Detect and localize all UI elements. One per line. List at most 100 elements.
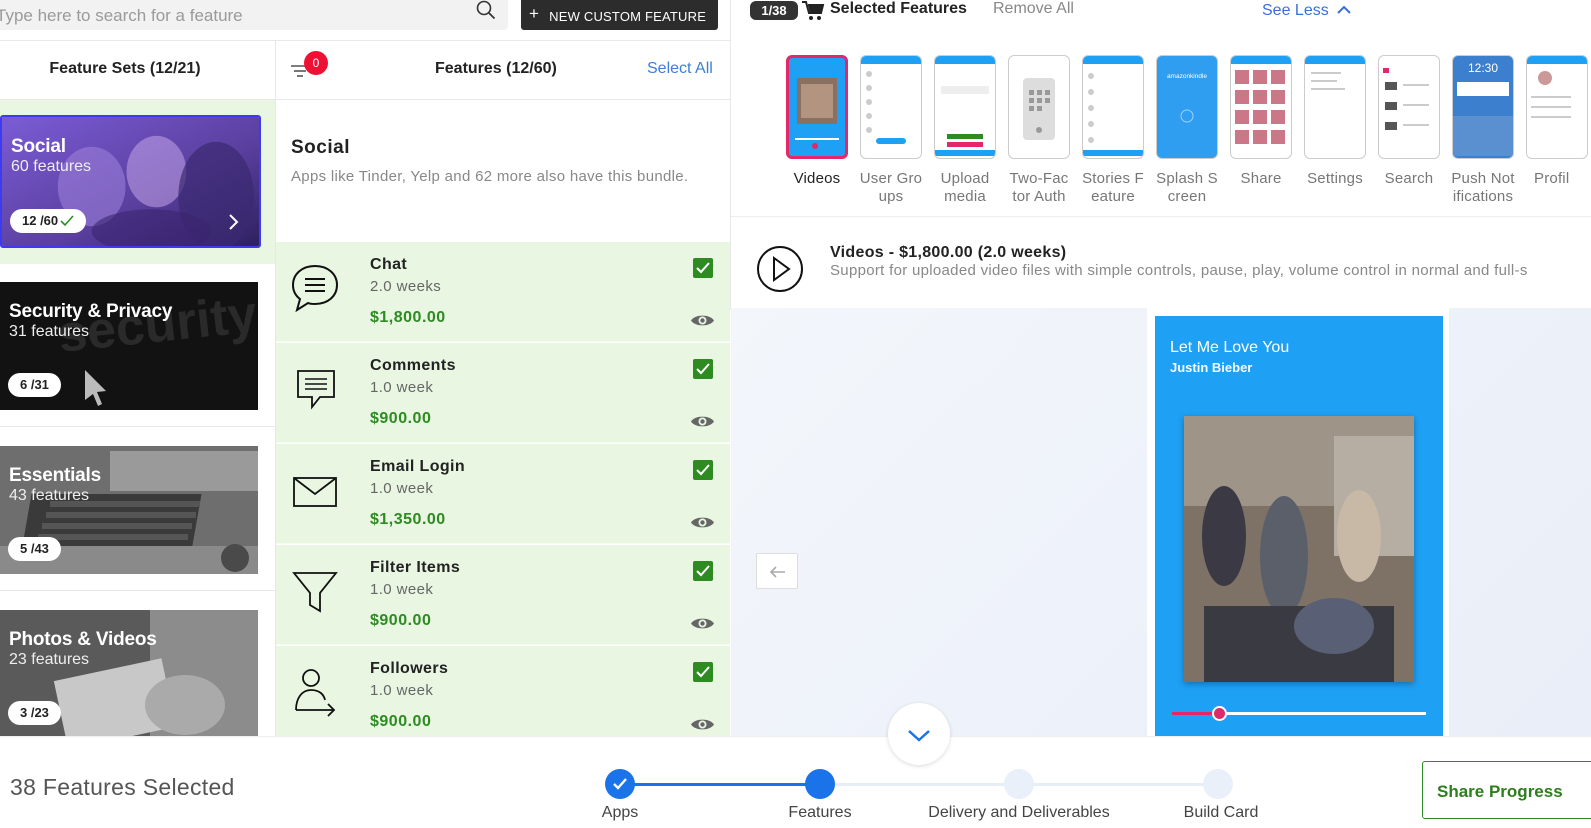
set-progress-pill: 3 /23 bbox=[8, 701, 61, 725]
thumb-upload-media[interactable] bbox=[934, 55, 996, 159]
feature-duration: 1.0 week bbox=[370, 480, 434, 497]
thumb-label: Two-Fac tor Auth bbox=[1009, 170, 1069, 205]
feature-price: $1,800.00 bbox=[370, 309, 446, 326]
divider bbox=[731, 216, 1591, 217]
feature-row-comments[interactable]: Comments 1.0 week $900.00 bbox=[276, 343, 730, 443]
set-name: Security & Privacy bbox=[9, 301, 173, 322]
thumb-label: Profil bbox=[1534, 170, 1570, 187]
check-icon bbox=[696, 262, 710, 274]
check-icon bbox=[60, 215, 74, 227]
feature-checkbox[interactable] bbox=[693, 561, 713, 581]
envelope-icon bbox=[293, 477, 337, 507]
selected-features-title: Selected Features bbox=[830, 0, 967, 17]
arrow-left-icon bbox=[769, 566, 785, 578]
thumb-two-factor-auth[interactable] bbox=[1008, 55, 1070, 159]
thumb-preview bbox=[1083, 56, 1143, 156]
feature-checkbox[interactable] bbox=[693, 460, 713, 480]
feature-set-card-essentials[interactable]: Essentials 43 features 5 /43 bbox=[0, 446, 258, 574]
thumb-preview bbox=[935, 56, 995, 156]
step-label: Features bbox=[788, 804, 852, 821]
step-delivery-dot[interactable] bbox=[1004, 769, 1034, 799]
thumb-label: Push Not ifications bbox=[1451, 170, 1515, 205]
comment-icon bbox=[297, 370, 335, 410]
chevron-up-icon[interactable] bbox=[1337, 5, 1351, 15]
feature-set-card-photos[interactable]: Photos & Videos 23 features 3 /23 bbox=[0, 610, 258, 738]
song-artist: Justin Bieber bbox=[1170, 360, 1253, 375]
preview-title: Videos - $1,800.00 (2.0 weeks) bbox=[830, 244, 1067, 261]
divider bbox=[0, 426, 275, 427]
selected-count-badge: 1/38 bbox=[750, 1, 798, 20]
thumb-preview bbox=[861, 56, 921, 144]
feature-price: $900.00 bbox=[370, 713, 432, 730]
step-features-dot[interactable] bbox=[805, 769, 835, 799]
search-box[interactable] bbox=[0, 0, 508, 30]
thumb-profile[interactable] bbox=[1526, 55, 1588, 159]
step-apps-dot[interactable] bbox=[605, 769, 635, 799]
thumb-label: Splash S creen bbox=[1156, 170, 1218, 205]
step-label: Apps bbox=[601, 804, 639, 821]
set-progress: 5 /43 bbox=[20, 541, 49, 556]
thumb-label: Share bbox=[1240, 170, 1282, 187]
feature-name: Filter Items bbox=[370, 559, 461, 576]
new-custom-feature-button[interactable]: + NEW CUSTOM FEATURE bbox=[521, 0, 718, 30]
divider bbox=[730, 0, 731, 40]
thumb-share[interactable] bbox=[1230, 55, 1292, 159]
plus-icon: + bbox=[529, 4, 540, 23]
thumb-preview bbox=[1305, 56, 1365, 90]
set-count: 23 features bbox=[9, 651, 90, 668]
see-less-link[interactable]: See Less bbox=[1262, 2, 1329, 20]
thumb-videos[interactable] bbox=[786, 55, 848, 159]
feature-set-card-social[interactable]: Social 60 features 12 /60 bbox=[0, 115, 261, 248]
feature-checkbox[interactable] bbox=[693, 359, 713, 379]
divider bbox=[0, 40, 731, 41]
collapse-button[interactable] bbox=[888, 703, 950, 765]
bundle-title: Social bbox=[291, 137, 350, 158]
song-title: Let Me Love You bbox=[1170, 339, 1290, 356]
select-all-link[interactable]: Select All bbox=[647, 60, 713, 78]
feature-set-card-security[interactable]: security Security & Privacy 31 features … bbox=[0, 282, 258, 410]
feature-checkbox[interactable] bbox=[693, 258, 713, 278]
features-selected-count: 38 Features Selected bbox=[10, 774, 235, 800]
follower-icon bbox=[295, 669, 336, 717]
eye-icon[interactable] bbox=[690, 716, 715, 733]
eye-icon[interactable] bbox=[690, 615, 715, 632]
feature-row-followers[interactable]: Followers 1.0 week $900.00 bbox=[276, 646, 730, 740]
album-art bbox=[1184, 416, 1414, 682]
thumb-push-notifications[interactable]: 12:30 bbox=[1452, 55, 1514, 159]
video-progress-knob[interactable] bbox=[1212, 706, 1227, 721]
feature-duration: 1.0 week bbox=[370, 379, 434, 396]
bundle-description: Apps like Tinder, Yelp and 62 more also … bbox=[291, 168, 689, 185]
feature-name: Followers bbox=[370, 660, 449, 677]
play-icon[interactable] bbox=[756, 245, 804, 293]
thumb-preview bbox=[1023, 78, 1055, 140]
search-icon[interactable] bbox=[476, 0, 496, 20]
previous-button[interactable] bbox=[756, 553, 798, 589]
feature-row-filter-items[interactable]: Filter Items 1.0 week $900.00 bbox=[276, 545, 730, 645]
thumb-search[interactable] bbox=[1378, 55, 1440, 159]
step-label: Build Card bbox=[1183, 804, 1259, 821]
set-count: 31 features bbox=[9, 323, 90, 340]
feature-duration: 2.0 weeks bbox=[370, 278, 442, 295]
check-icon bbox=[696, 363, 710, 375]
eye-icon[interactable] bbox=[690, 413, 715, 430]
thumb-label: Search bbox=[1384, 170, 1434, 187]
eye-icon[interactable] bbox=[690, 312, 715, 329]
remove-all-link[interactable]: Remove All bbox=[993, 0, 1074, 18]
step-buildcard-dot[interactable] bbox=[1203, 769, 1233, 799]
feature-row-email-login[interactable]: Email Login 1.0 week $1,350.00 bbox=[276, 444, 730, 544]
feature-checkbox[interactable] bbox=[693, 662, 713, 682]
thumb-settings[interactable] bbox=[1304, 55, 1366, 159]
set-progress-pill: 5 /43 bbox=[8, 537, 61, 561]
thumb-label: Stories F eature bbox=[1082, 170, 1144, 205]
thumb-user-groups[interactable] bbox=[860, 55, 922, 159]
thumb-stories-feature[interactable] bbox=[1082, 55, 1144, 159]
thumb-splash-screen[interactable]: amazonkindle bbox=[1156, 55, 1218, 159]
set-name: Essentials bbox=[9, 465, 101, 486]
eye-icon[interactable] bbox=[690, 514, 715, 531]
share-progress-button[interactable]: Share Progress bbox=[1422, 761, 1591, 819]
set-count: 43 features bbox=[9, 487, 90, 504]
divider bbox=[0, 590, 275, 591]
feature-row-chat[interactable]: Chat 2.0 weeks $1,800.00 bbox=[276, 242, 730, 342]
progress-line bbox=[620, 783, 820, 786]
search-input[interactable] bbox=[0, 6, 436, 26]
